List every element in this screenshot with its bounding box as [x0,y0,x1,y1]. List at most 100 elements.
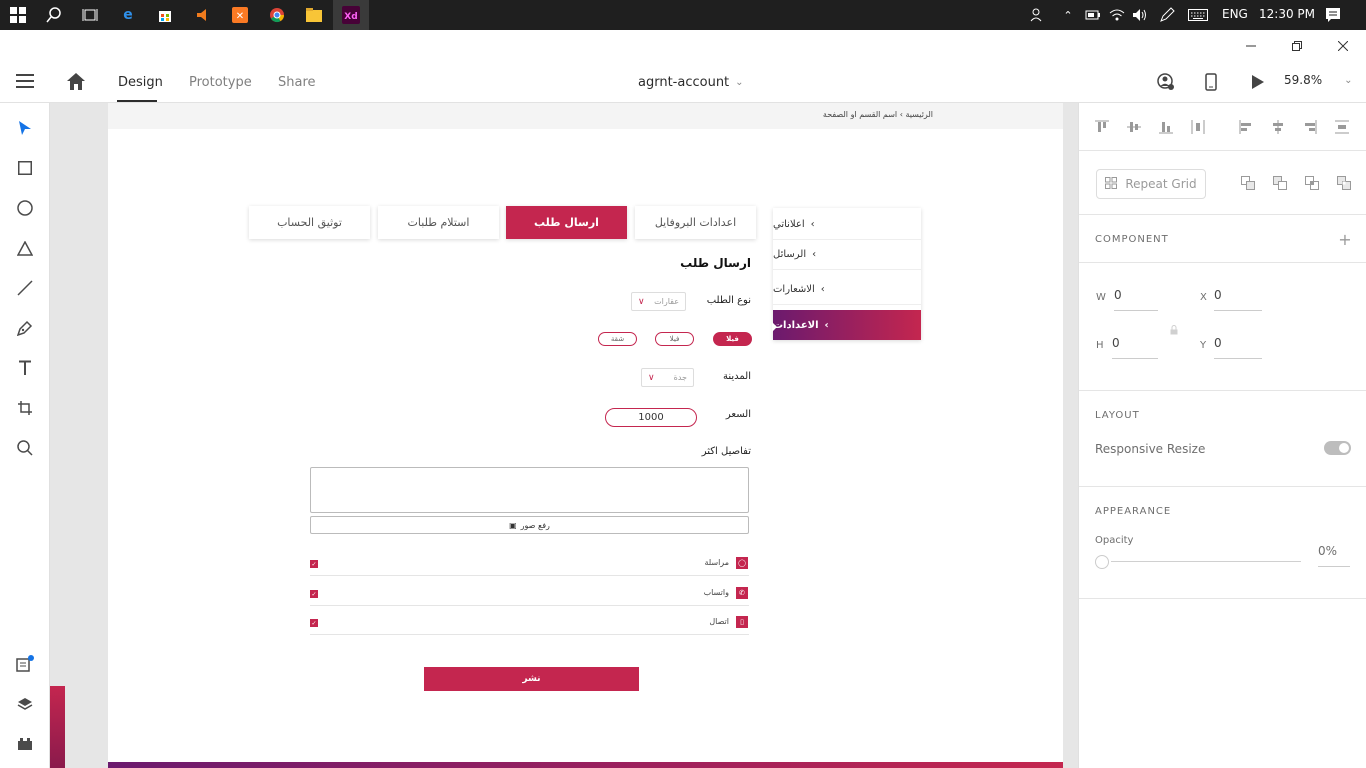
message-checkbox[interactable]: ✓ [310,560,318,568]
y-value[interactable]: 0 [1214,336,1222,350]
chat-icon: ◯ [736,557,748,569]
opacity-slider-track[interactable] [1111,561,1301,562]
select-tool-icon[interactable] [15,118,35,138]
x-value[interactable]: 0 [1214,288,1222,302]
window-titlebar [0,30,1366,62]
property-type-apartment[interactable]: شقة [598,332,637,346]
details-label: تفاصيل اكثر [701,446,751,457]
distribute-vertical-icon[interactable] [1335,120,1349,134]
play-preview-icon[interactable] [1251,74,1265,93]
tab-share[interactable]: Share [278,75,316,90]
property-type-villa[interactable]: فيلا [655,332,694,346]
call-checkbox[interactable]: ✓ [310,619,318,627]
artboard[interactable]: الرئيسية › اسم القسم او الصفحة اعدادات ا… [108,103,1063,768]
close-icon[interactable] [1333,36,1353,56]
tab-profile-settings[interactable]: اعدادات البروفايل [635,206,756,239]
zoom-tool-icon[interactable] [15,438,35,458]
boolean-intersect-icon[interactable] [1305,176,1319,190]
keyboard-icon[interactable] [1188,5,1208,25]
contact-option-message: ✓ مراسلة ◯ [310,554,749,576]
chevron-down-icon: ⌄ [1344,74,1353,86]
adobe-xd-icon[interactable]: Xd [341,5,361,25]
file-explorer-icon[interactable] [304,5,324,25]
store-icon[interactable] [155,5,175,25]
people-icon[interactable] [1028,5,1048,25]
transform-section: W 0 X 0 H 0 Y 0 [1079,263,1366,391]
property-type-villa-active[interactable]: فيلا [713,332,752,346]
responsive-resize-toggle[interactable] [1324,441,1351,455]
tab-receive-requests[interactable]: استلام طلبات [378,206,499,239]
details-textarea[interactable] [310,467,749,513]
user-preview-icon[interactable] [1157,73,1175,94]
search-icon[interactable] [44,5,64,25]
home-icon[interactable] [67,73,85,93]
windows-start-icon[interactable] [8,5,28,25]
chrome-icon[interactable] [267,5,287,25]
menu-item-notifications[interactable]: › الاشعارات [773,275,921,305]
battery-icon[interactable] [1083,5,1103,25]
minimize-icon[interactable] [1241,36,1261,56]
opacity-slider-thumb[interactable] [1095,555,1109,569]
lock-aspect-icon[interactable] [1167,323,1181,337]
volume-icon[interactable] [1130,5,1150,25]
pen-tool-icon[interactable] [15,318,35,338]
task-view-icon[interactable] [80,5,100,25]
height-value[interactable]: 0 [1112,336,1120,350]
device-preview-icon[interactable] [1205,73,1217,94]
menu-item-messages[interactable]: › الرسائل [773,240,921,270]
pen-icon[interactable] [1157,5,1177,25]
tab-account-verification[interactable]: توثيق الحساب [249,206,370,239]
publish-button[interactable]: نشر [424,667,639,691]
tab-design[interactable]: Design [118,75,163,90]
chevron-up-icon[interactable]: ⌃ [1058,5,1078,25]
align-left-icon[interactable] [1239,120,1253,134]
polygon-tool-icon[interactable] [15,238,35,258]
line-tool-icon[interactable] [15,278,35,298]
clock[interactable]: 12:30 PM [1259,7,1315,21]
repeat-grid-button[interactable]: Repeat Grid [1096,169,1206,199]
restore-icon[interactable] [1287,36,1307,56]
artboard-tool-icon[interactable] [15,398,35,418]
align-top-icon[interactable] [1095,120,1109,134]
boolean-add-icon[interactable] [1241,176,1255,190]
align-middle-icon[interactable] [1127,120,1141,134]
zoom-dropdown[interactable]: 59.8% ⌄ [1284,73,1353,87]
request-type-select[interactable]: عقارات ∨ [631,292,686,311]
price-input[interactable]: 1000 [605,408,697,427]
rectangle-tool-icon[interactable] [15,158,35,178]
language-indicator[interactable]: ENG [1222,7,1248,21]
tab-send-request[interactable]: ارسال طلب [506,206,627,239]
breadcrumb: الرئيسية › اسم القسم او الصفحة [822,110,933,119]
align-bottom-icon[interactable] [1159,120,1173,134]
opacity-value[interactable]: 0% [1318,544,1337,558]
request-type-label: نوع الطلب [706,295,751,306]
edge-browser-icon[interactable]: e [118,5,138,25]
align-center-icon[interactable] [1271,120,1285,134]
whatsapp-checkbox[interactable]: ✓ [310,590,318,598]
boolean-exclude-icon[interactable] [1337,176,1351,190]
boolean-subtract-icon[interactable] [1273,176,1287,190]
upload-images-button[interactable]: رفع صور ▣ [310,516,749,534]
assets-icon[interactable] [15,654,35,674]
menu-item-settings[interactable]: › الاعدادات [773,310,921,340]
city-select[interactable]: جدة ∨ [641,368,694,387]
width-value[interactable]: 0 [1114,288,1122,302]
notifications-icon[interactable] [1323,5,1343,25]
responsive-resize-label: Responsive Resize [1095,442,1206,456]
document-title-dropdown[interactable]: agrnt-account ⌄ [638,75,744,90]
text-tool-icon[interactable] [15,358,35,378]
opacity-label: Opacity [1095,535,1134,546]
svg-text:Xd: Xd [344,12,357,22]
hamburger-menu-icon[interactable] [16,74,34,91]
add-component-icon[interactable]: + [1338,230,1352,249]
wifi-icon[interactable] [1107,5,1127,25]
tab-prototype[interactable]: Prototype [189,75,252,90]
media-player-icon[interactable] [192,5,212,25]
ellipse-tool-icon[interactable] [15,198,35,218]
align-right-icon[interactable] [1303,120,1317,134]
menu-item-my-ads[interactable]: › اعلاناتي [773,210,921,240]
distribute-horizontal-icon[interactable] [1191,120,1205,134]
plugins-icon[interactable] [15,734,35,754]
layers-icon[interactable] [15,694,35,714]
xampp-icon[interactable]: ✕ [230,5,250,25]
